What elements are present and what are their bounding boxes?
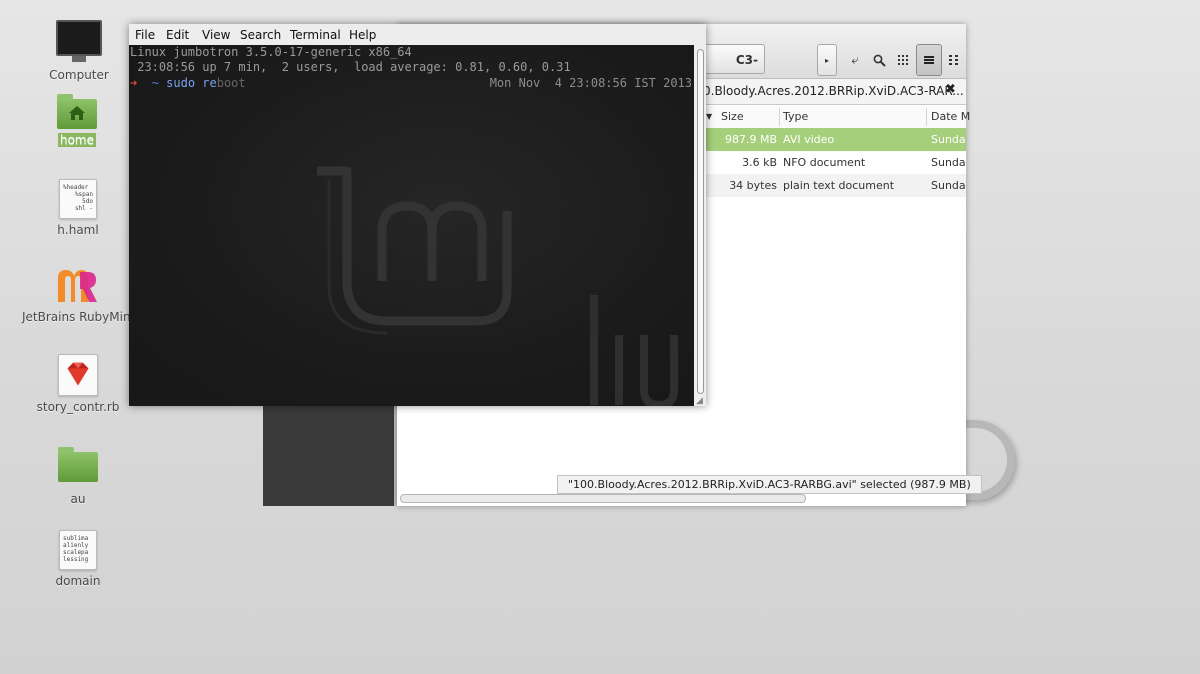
file-size: 987.9 MB <box>724 133 777 146</box>
toggle-location-button[interactable]: ⤶ <box>842 44 868 76</box>
status-bar: "100.Bloody.Acres.2012.BRRip.XviD.AC3-RA… <box>557 475 982 494</box>
desktop-icon-domain[interactable]: sublima alienly scalepa lessing domain <box>23 530 133 589</box>
location-arrow-icon: ⤶ <box>851 52 859 68</box>
computer-icon <box>56 20 102 62</box>
compact-view-button[interactable] <box>941 44 967 76</box>
linux-text-watermark <box>590 295 678 406</box>
compact-grid-icon <box>949 55 958 65</box>
desktop-icon-label: domain <box>55 574 101 588</box>
command-suggestion: boot <box>216 76 246 90</box>
list-icon <box>924 56 934 64</box>
search-icon <box>873 54 886 67</box>
column-date-modified[interactable]: Date M <box>931 110 970 123</box>
house-icon <box>69 106 85 120</box>
desktop-icon-h-haml[interactable]: %header %span 5do shl - h.haml <box>23 179 133 238</box>
desktop-icon-home[interactable]: home <box>22 93 132 148</box>
desktop-icon-label: JetBrains RubyMine <box>22 310 138 324</box>
file-preview-line: shl - <box>74 205 93 212</box>
desktop-icon-computer[interactable]: Computer <box>24 20 134 83</box>
linux-mint-logo-watermark <box>317 166 512 335</box>
file-preview-line: 5do <box>82 198 93 205</box>
file-preview-line: sublima <box>63 535 89 542</box>
breadcrumb-folder-button[interactable]: C3-RARBG <box>697 44 765 97</box>
menu-help[interactable]: Help <box>349 28 376 42</box>
desktop-icon-label: story_contr.rb <box>36 400 120 414</box>
desktop-icon-label: h.haml <box>57 223 99 237</box>
column-divider <box>779 108 780 126</box>
terminal-window: File Edit View Search Terminal Help Linu… <box>129 24 706 406</box>
file-preview-line: %header <box>63 184 89 191</box>
desktop-icon-label: Computer <box>49 68 109 82</box>
menu-view[interactable]: View <box>202 28 230 42</box>
text-file-icon: sublima alienly scalepa lessing <box>59 530 97 570</box>
file-type: NFO document <box>783 156 866 169</box>
home-folder-icon <box>57 94 97 129</box>
close-icon[interactable]: ✖ <box>945 82 956 97</box>
menu-terminal[interactable]: Terminal <box>290 28 341 42</box>
terminal-right-prompt: Mon Nov 4 23:08:56 IST 2013 <box>489 76 692 90</box>
desktop-icon-rubymine[interactable]: JetBrains RubyMine <box>22 266 138 325</box>
sort-arrow-icon[interactable]: ▼ <box>706 112 712 121</box>
tab-title: 0.Bloody.Acres.2012.BRRip.XviD.AC3-RAR..… <box>703 84 964 98</box>
file-date: Sunda <box>931 179 966 192</box>
folder-icon <box>58 447 98 482</box>
file-date: Sunda <box>931 133 966 146</box>
terminal-menubar: File Edit View Search Terminal Help <box>129 24 706 45</box>
desktop-icon-au[interactable]: au <box>23 446 133 507</box>
file-preview-line: %span <box>74 191 93 198</box>
column-type[interactable]: Type <box>783 110 808 123</box>
file-type: AVI video <box>783 133 835 146</box>
desktop-icon-label: au <box>70 492 86 506</box>
terminal-prompt-line: ➜ ~ sudo reboot <box>130 76 246 91</box>
file-manager-sidebar[interactable] <box>263 404 394 506</box>
scrollbar-thumb[interactable] <box>697 49 704 394</box>
column-size[interactable]: Size <box>721 110 744 123</box>
menu-edit[interactable]: Edit <box>166 28 189 42</box>
file-size: 34 bytes <box>729 179 777 192</box>
haml-file-icon: %header %span 5do shl - <box>59 179 97 219</box>
desktop-icon-story-contr[interactable]: story_contr.rb <box>23 354 133 415</box>
file-size: 3.6 kB <box>742 156 777 169</box>
list-view-button[interactable] <box>916 44 942 76</box>
file-date: Sunda <box>931 156 966 169</box>
terminal-line: 23:08:56 up 7 min, 2 users, load average… <box>130 60 571 74</box>
prompt-directory: ~ <box>151 76 159 90</box>
menu-file[interactable]: File <box>135 28 155 42</box>
file-preview-line: scalepa <box>63 549 89 556</box>
ruby-file-icon <box>58 354 98 396</box>
terminal-output[interactable]: Linux jumbotron 3.5.0-17-generic x86_64 … <box>129 45 694 406</box>
terminal-line: Linux jumbotron 3.5.0-17-generic x86_64 <box>130 45 412 59</box>
search-button[interactable] <box>866 44 892 76</box>
resize-grip-icon[interactable]: ◢ <box>696 396 706 406</box>
file-preview-line: lessing <box>63 556 89 563</box>
terminal-scrollbar[interactable]: ◢ <box>694 45 706 406</box>
chevron-right-icon: ▸ <box>824 55 829 65</box>
horizontal-scrollbar[interactable] <box>400 494 806 503</box>
menu-search[interactable]: Search <box>240 28 281 42</box>
file-preview-line: alienly <box>63 542 89 549</box>
typed-command: sudo re <box>166 76 217 90</box>
desktop-icon-label: home <box>57 133 97 147</box>
icon-view-button[interactable] <box>891 44 917 76</box>
file-type: plain text document <box>783 179 895 192</box>
grid-icon <box>898 55 908 65</box>
column-divider <box>926 108 927 126</box>
rubymine-icon <box>56 266 98 306</box>
breadcrumb-next-button[interactable]: ▸ <box>817 44 837 76</box>
prompt-arrow-icon: ➜ <box>130 76 138 90</box>
